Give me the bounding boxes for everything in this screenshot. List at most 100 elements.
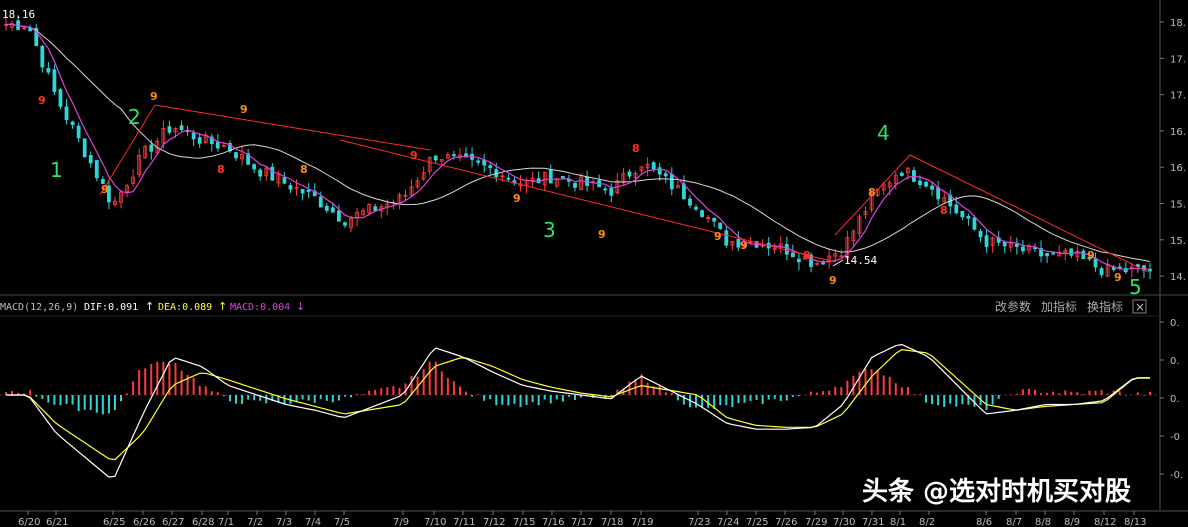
candle-body bbox=[700, 210, 704, 217]
td-count-label: 9 bbox=[714, 230, 722, 243]
candle-body bbox=[476, 160, 481, 163]
candle-body bbox=[1069, 248, 1074, 256]
xtick-label: 8/2 bbox=[919, 517, 935, 527]
candle-body bbox=[930, 185, 934, 190]
change-params-button[interactable]: 改参数 bbox=[995, 299, 1031, 314]
candle-body bbox=[899, 172, 904, 176]
xtick-label: 7/24 bbox=[717, 517, 739, 527]
dif-label: DIF:0.091 bbox=[84, 302, 138, 313]
candle-body bbox=[46, 68, 51, 73]
close-icon[interactable]: × bbox=[1135, 300, 1145, 314]
td-count-label: 9 bbox=[101, 183, 109, 196]
candle-body bbox=[984, 235, 989, 247]
xtick-label: 7/29 bbox=[805, 517, 827, 527]
candle-body bbox=[149, 144, 154, 152]
candle-body bbox=[82, 138, 87, 158]
candle-body bbox=[337, 210, 341, 222]
stock-chart: 18. 17. 17. 16. 16. 15. 15. 14. 0. 0. 0. -0 -0. 9 9 9… bbox=[0, 0, 1188, 527]
candle-body bbox=[88, 155, 93, 164]
xtick-label: 6/28 bbox=[192, 517, 214, 527]
candle-body bbox=[918, 180, 922, 186]
macd-y-axis: 0. 0. 0. -0 -0. bbox=[1160, 318, 1183, 481]
candle-body bbox=[1051, 252, 1056, 255]
xtick-label: 7/12 bbox=[483, 517, 505, 527]
candle-body bbox=[270, 166, 275, 181]
dea-arrow: ↑ bbox=[218, 300, 227, 313]
candle-body bbox=[966, 216, 971, 219]
xtick-label: 7/2 bbox=[247, 517, 263, 527]
candle-body bbox=[936, 187, 941, 200]
candle-body bbox=[324, 205, 329, 211]
candle-body bbox=[282, 177, 287, 184]
candle-body bbox=[1014, 243, 1019, 247]
candle-body bbox=[573, 183, 577, 188]
macd-arrow: ↓ bbox=[296, 300, 305, 313]
macd-ytick-label: 0. bbox=[1170, 318, 1180, 329]
candle-body bbox=[1045, 253, 1050, 257]
td-count-label: 9 bbox=[513, 192, 521, 205]
trend-line-1 bbox=[154, 104, 431, 151]
td-count-label: 9 bbox=[150, 90, 158, 103]
candle-body bbox=[790, 252, 795, 258]
xtick-label: 7/5 bbox=[334, 517, 350, 527]
xtick-label: 7/26 bbox=[775, 517, 797, 527]
xtick-label: 7/17 bbox=[571, 517, 593, 527]
candle-body bbox=[234, 152, 238, 159]
candle-body bbox=[94, 160, 99, 179]
xtick-label: 8/12 bbox=[1094, 517, 1116, 527]
candle-body bbox=[191, 132, 196, 140]
candle-body bbox=[954, 204, 959, 214]
td-count-label: 8 bbox=[300, 163, 308, 176]
xtick-label: 7/31 bbox=[862, 517, 884, 527]
macd-ytick-label: -0 bbox=[1170, 432, 1180, 443]
wave-labels: 1 2 3 4 5 bbox=[50, 105, 1142, 299]
candle-body bbox=[669, 174, 674, 190]
td-count-label: 9 bbox=[240, 103, 248, 116]
candle-body bbox=[694, 206, 698, 210]
candle-body bbox=[797, 258, 801, 263]
wave-label-3: 3 bbox=[543, 218, 556, 242]
candle-body bbox=[433, 155, 438, 161]
candle-body bbox=[924, 181, 928, 187]
td-count-label: 8 bbox=[632, 142, 640, 155]
switch-indicator-button[interactable]: 换指标 bbox=[1087, 299, 1123, 314]
price-ytick-label: 16. bbox=[1170, 163, 1186, 174]
candle-body bbox=[488, 165, 493, 169]
wave-label-1: 1 bbox=[50, 158, 63, 182]
xtick-label: 6/25 bbox=[103, 517, 125, 527]
candle-body bbox=[651, 162, 656, 170]
candle-body bbox=[179, 125, 184, 131]
candle-body bbox=[978, 230, 983, 238]
candlestick-series bbox=[4, 15, 1152, 279]
candle-body bbox=[712, 217, 717, 222]
x-axis-dates: 6/20 6/21 6/25 6/26 6/27 6/28 7/1 7/2 7/3 7/4 7/5 7… bbox=[18, 511, 1146, 527]
wave-label-2: 2 bbox=[128, 105, 141, 129]
xtick-label: 7/19 bbox=[631, 517, 653, 527]
xtick-label: 7/11 bbox=[453, 517, 475, 527]
price-ytick-label: 16. bbox=[1170, 127, 1186, 138]
xtick-label: 7/30 bbox=[833, 517, 855, 527]
candle-body bbox=[609, 187, 614, 196]
td-count-label: 8 bbox=[868, 186, 876, 199]
candle-body bbox=[306, 189, 311, 192]
td-count-label: 8 bbox=[803, 249, 811, 262]
xtick-label: 8/13 bbox=[1124, 517, 1146, 527]
wave-label-4: 4 bbox=[877, 121, 890, 145]
xtick-label: 8/6 bbox=[976, 517, 992, 527]
add-indicator-button[interactable]: 加指标 bbox=[1041, 299, 1077, 314]
dif-arrow: ↑ bbox=[145, 300, 154, 313]
xtick-label: 8/7 bbox=[1006, 517, 1022, 527]
chart-stage: 18. 17. 17. 16. 16. 15. 15. 14. 0. 0. 0. -0 -0. 9 9 9… bbox=[0, 0, 1188, 527]
candle-body bbox=[718, 222, 723, 229]
candle-body bbox=[603, 188, 608, 191]
candle-body bbox=[1099, 268, 1104, 276]
macd-ytick-label: -0. bbox=[1170, 470, 1183, 481]
macd-params: MACD(12,26,9) bbox=[0, 302, 78, 313]
xtick-label: 7/16 bbox=[542, 517, 564, 527]
xtick-label: 8/8 bbox=[1035, 517, 1051, 527]
candle-body bbox=[972, 217, 977, 230]
candle-body bbox=[627, 171, 632, 177]
xtick-label: 7/25 bbox=[746, 517, 768, 527]
xtick-label: 7/10 bbox=[424, 517, 446, 527]
candle-body bbox=[343, 222, 347, 226]
